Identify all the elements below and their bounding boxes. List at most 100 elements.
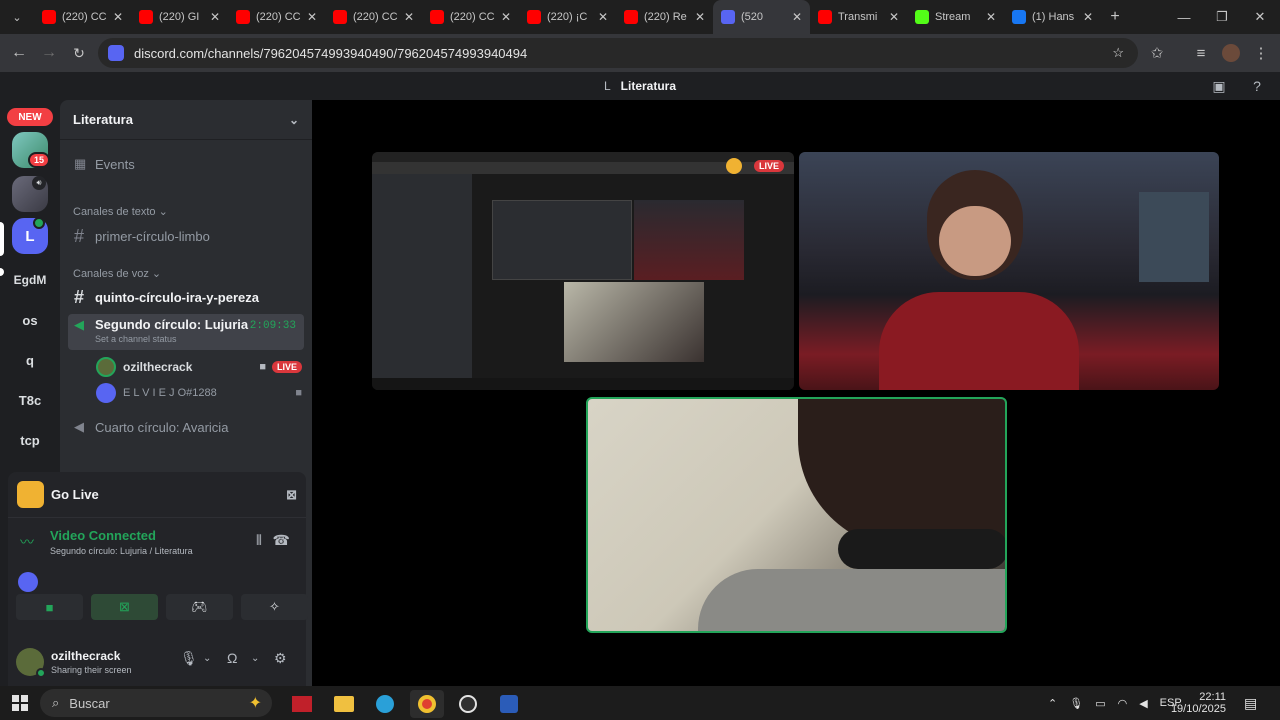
voice-channel-cuarto[interactable]: ◀︎ Cuarto círculo: Avaricia [68,415,304,439]
headphones-icon[interactable]: Ω [227,650,237,666]
browser-tab[interactable]: Stream ✕ [907,0,1004,34]
maximize-button[interactable]: ❐ [1202,0,1242,34]
tab-label: (220) CC [256,11,301,23]
tab-close-icon[interactable]: ✕ [986,10,996,24]
back-button[interactable]: ← [4,38,34,68]
audio-options-chevron-icon[interactable]: ⌄ [251,653,259,664]
app-icon-1[interactable] [285,690,319,718]
taskbar-search[interactable]: ⌕ Buscar ✦ [40,689,272,717]
tab-close-icon[interactable]: ✕ [501,10,511,24]
tab-close-icon[interactable]: ✕ [598,10,608,24]
new-tab-button[interactable]: + [1101,0,1129,34]
notifications-icon[interactable]: ▤ [1244,686,1257,720]
channel-primer-circulo[interactable]: # primer-círculo-limbo [68,224,304,248]
chevron-up-icon[interactable]: ⌃ [1048,697,1057,710]
tab-search-chevron-icon[interactable]: ⌄ [0,0,34,34]
browser-tab[interactable]: (220) CC ✕ [228,0,325,34]
close-window-button[interactable]: ✕ [1240,0,1280,34]
events-item[interactable]: ▦ Events [68,152,304,176]
windows-start-icon[interactable] [12,695,28,711]
tab-close-icon[interactable]: ✕ [210,10,220,24]
bookmarks-icon[interactable]: ✩ [1142,38,1172,68]
screen-share-button[interactable]: ⊠ [91,594,158,620]
browser-tab[interactable]: (1) Hans ✕ [1004,0,1101,34]
category-text[interactable]: Canales de texto ⌄ [73,205,168,218]
shared-screen-sidebar [372,174,472,380]
server-item[interactable]: EgdM [12,262,48,298]
server-item[interactable]: tcp [12,422,48,458]
url-bar[interactable]: discord.com/channels/796204574993940490/… [98,38,1138,68]
screen-share-tile[interactable]: LIVE [372,152,794,390]
server-item[interactable]: os [12,302,48,338]
microphone-tray-icon[interactable]: 🎙︎ [1069,697,1083,710]
voice-member-ozil[interactable]: ozilthecrack ■ LIVE [96,356,302,378]
activities-button[interactable]: 🎮︎ [166,594,233,620]
webcam-tile-1[interactable] [799,152,1219,390]
word-icon[interactable] [492,690,526,718]
server-item[interactable]: q [12,342,48,378]
server-header[interactable]: Literatura ⌄ [60,100,312,140]
microphone-icon[interactable]: 🎙︎ [180,650,198,667]
reload-button[interactable]: ↻ [64,38,94,68]
browser-tab[interactable]: (220) CC ✕ [325,0,422,34]
gear-icon[interactable]: ⚙ [274,650,287,667]
channel-quinto-circulo[interactable]: # quinto-círculo-ira-y-pereza [68,285,304,309]
webcam-tile-2[interactable] [586,397,1007,633]
app-icon-obs[interactable] [451,690,485,718]
soundboard-button[interactable]: ✧ [241,594,308,620]
browser-tab[interactable]: (220) CC ✕ [34,0,131,34]
tab-label: Stream [935,11,971,23]
tab-close-icon[interactable]: ✕ [695,10,705,24]
go-live-row[interactable]: Go Live ⊠ [8,472,306,518]
volume-icon[interactable]: ◀︎ [1139,697,1147,710]
mic-options-chevron-icon[interactable]: ⌄ [203,653,211,664]
tab-label: (220) ¡C [547,11,588,23]
tab-close-icon[interactable]: ✕ [1083,10,1093,24]
server-item[interactable]: T8c [12,382,48,418]
user-avatar[interactable] [16,648,46,678]
tab-close-icon[interactable]: ✕ [113,10,123,24]
channel-status-text[interactable]: Set a channel status [95,334,248,344]
browser-tab[interactable]: (220) CC ✕ [422,0,519,34]
speaker-icon: ◀︎ [74,419,84,434]
tab-label: (220) CC [353,11,398,23]
profile-avatar[interactable] [1216,38,1246,68]
voice-channel-segundo[interactable]: ◀︎ Segundo círculo: Lujuria Set a channe… [68,314,304,350]
media-control-icon[interactable]: ≡ [1186,38,1216,68]
discord-avatar-icon [96,383,116,403]
discord-activity-icon[interactable] [18,572,38,592]
tab-close-icon[interactable]: ✕ [889,10,899,24]
tab-label: (220) CC [450,11,495,23]
browser-tab[interactable]: (220) Re ✕ [616,0,713,34]
tab-close-icon[interactable]: ✕ [792,10,802,24]
browser-tab[interactable]: (220) GI ✕ [131,0,228,34]
bookmark-star-icon[interactable]: ☆ [1112,45,1124,61]
go-live-label: Go Live [51,487,99,502]
browser-tab[interactable]: (220) ¡C ✕ [519,0,616,34]
camera-button[interactable]: ■ [16,594,83,620]
help-icon[interactable]: ? [1246,76,1268,96]
browser-tab[interactable]: (520 ✕ [713,0,810,34]
minimize-button[interactable]: — [1164,0,1204,34]
chrome-icon[interactable] [410,690,444,718]
file-explorer-icon[interactable] [327,690,361,718]
voice-member-elviejo[interactable]: E L V I E J O#1288 ■ [96,382,302,404]
new-badge[interactable]: NEW [7,108,53,126]
person-shirt [698,569,1005,631]
browser-menu-icon[interactable]: ⋮ [1246,38,1276,68]
clock[interactable]: 22:11 19/10/2025 [1171,686,1226,720]
display-icon[interactable]: ▭ [1095,697,1105,710]
noise-suppression-icon[interactable]: ⦀ [256,532,262,549]
tab-close-icon[interactable]: ✕ [307,10,317,24]
edge-icon[interactable] [368,690,402,718]
browser-tab[interactable]: Transmi ✕ [810,0,907,34]
tab-close-icon[interactable]: ✕ [404,10,414,24]
disconnect-icon[interactable]: ☎ [273,532,290,549]
forward-button[interactable]: → [34,38,64,68]
site-info-icon[interactable] [108,45,124,61]
stop-stream-icon[interactable]: ⊠ [286,487,297,503]
inbox-icon[interactable]: ▣ [1208,76,1230,96]
category-voice[interactable]: Canales de voz ⌄ [73,267,161,280]
wifi-icon[interactable]: ◠ [1118,697,1128,710]
person-face [939,206,1011,276]
